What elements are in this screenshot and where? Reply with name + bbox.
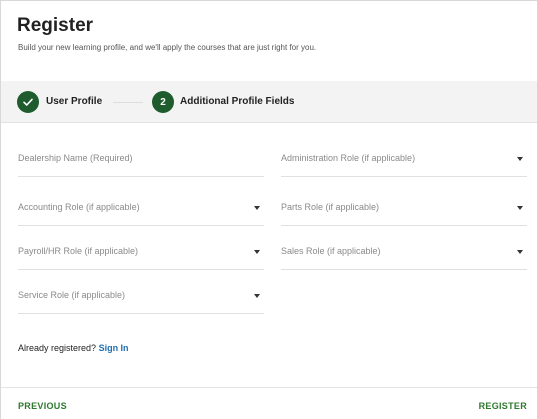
service-role-select[interactable]: Service Role (if applicable) [18,284,264,314]
chevron-down-icon [254,206,260,210]
payroll-hr-role-select[interactable]: Payroll/HR Role (if applicable) [18,240,264,270]
register-panel: Register Build your new learning profile… [0,0,537,419]
chevron-down-icon [517,250,523,254]
stepper: User Profile 2 Additional Profile Fields [1,81,537,123]
already-registered-text: Already registered? Sign In [18,343,129,353]
step-number-badge: 2 [152,91,174,113]
register-button[interactable]: REGISTER [479,401,527,411]
check-icon [23,98,33,106]
dealership-name-placeholder: Dealership Name (Required) [18,153,133,163]
chevron-down-icon [254,294,260,298]
administration-role-placeholder: Administration Role (if applicable) [281,153,416,163]
service-role-placeholder: Service Role (if applicable) [18,290,126,300]
form-footer: PREVIOUS REGISTER [1,387,537,419]
accounting-role-select[interactable]: Accounting Role (if applicable) [18,196,264,226]
parts-role-placeholder: Parts Role (if applicable) [281,202,380,212]
accounting-role-placeholder: Accounting Role (if applicable) [18,202,140,212]
chevron-down-icon [517,206,523,210]
sales-role-placeholder: Sales Role (if applicable) [281,246,381,256]
sales-role-select[interactable]: Sales Role (if applicable) [281,240,527,270]
step-label-user-profile[interactable]: User Profile [46,96,102,107]
administration-role-select[interactable]: Administration Role (if applicable) [281,147,527,177]
dealership-name-field[interactable]: Dealership Name (Required) [18,147,264,177]
chevron-down-icon [254,250,260,254]
page-title: Register [17,15,94,36]
payroll-hr-role-placeholder: Payroll/HR Role (if applicable) [18,246,139,256]
already-registered-prompt: Already registered? [18,343,97,353]
chevron-down-icon [517,157,523,161]
step-label-additional-profile-fields[interactable]: Additional Profile Fields [180,96,294,107]
sign-in-link[interactable]: Sign In [99,343,129,353]
step-connector [113,102,143,103]
previous-button[interactable]: PREVIOUS [18,401,67,411]
parts-role-select[interactable]: Parts Role (if applicable) [281,196,527,226]
step-complete-check-icon [17,91,39,113]
page-subtitle: Build your new learning profile, and we'… [18,43,317,52]
